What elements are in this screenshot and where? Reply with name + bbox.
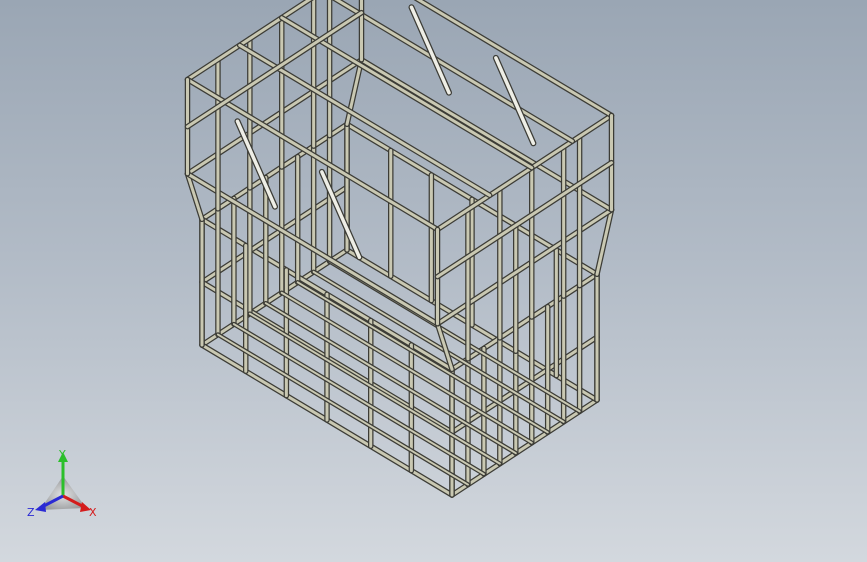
upper-ring-back bbox=[186, 58, 363, 176]
frame-members bbox=[184, 0, 615, 498]
floor-joist-6 bbox=[296, 281, 549, 434]
view-orientation-triad-icon[interactable]: Y X Z bbox=[20, 446, 110, 526]
y-axis-label: Y bbox=[58, 448, 66, 461]
z-axis-label: Z bbox=[27, 506, 35, 519]
graphics-viewport[interactable]: Y X Z bbox=[0, 0, 867, 562]
floor-joist-5 bbox=[280, 291, 533, 444]
z-axis-arrowhead bbox=[35, 502, 46, 512]
roof-rail-right bbox=[416, 0, 613, 117]
roof-rail-front bbox=[436, 114, 613, 231]
x-axis-label: X bbox=[89, 506, 97, 519]
roof-rail-right-edge bbox=[413, 0, 615, 119]
girt-back-0 bbox=[186, 11, 363, 129]
steel-frame-model[interactable] bbox=[0, 0, 867, 562]
